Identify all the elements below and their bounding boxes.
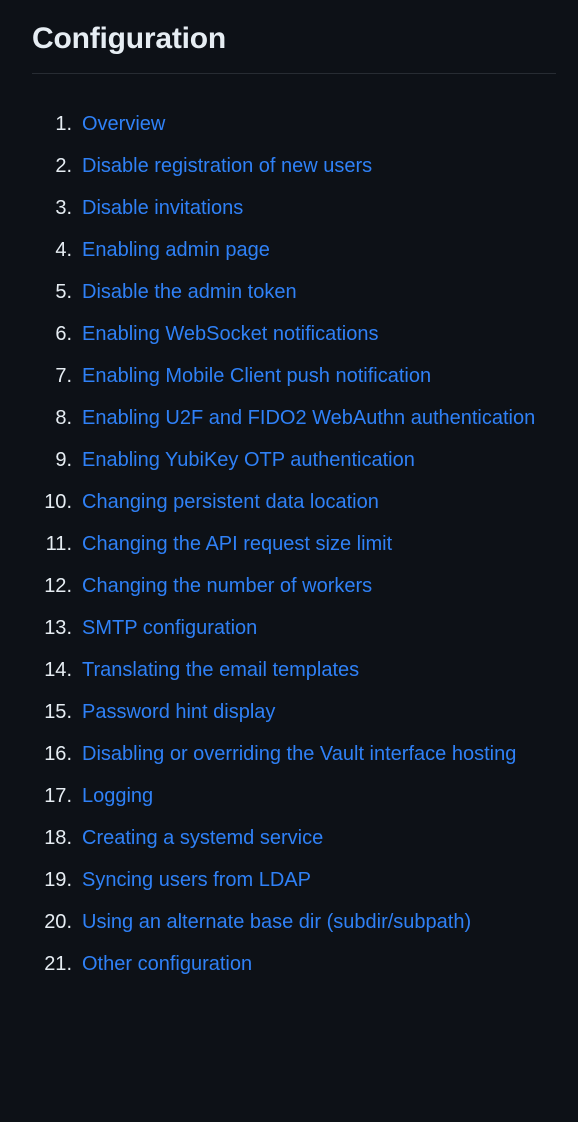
toc-link[interactable]: Changing the number of workers xyxy=(82,575,372,597)
list-item: Disabling or overriding the Vault interf… xyxy=(0,736,556,772)
list-item: Disable the admin token xyxy=(0,274,556,310)
toc-link[interactable]: Overview xyxy=(82,113,165,135)
page-title: Configuration xyxy=(32,22,227,55)
toc-link[interactable]: Disable the admin token xyxy=(82,281,297,303)
list-item: Syncing users from LDAP xyxy=(0,862,556,898)
list-item: Enabling admin page xyxy=(0,232,556,268)
toc-link[interactable]: Enabling WebSocket notifications xyxy=(82,323,378,345)
list-item: Disable registration of new users xyxy=(0,148,556,184)
title-divider xyxy=(32,73,556,74)
configuration-page: Configuration Overview Disable registrati… xyxy=(0,0,578,1122)
toc-link[interactable]: Other configuration xyxy=(82,953,252,975)
table-of-contents: Overview Disable registration of new user… xyxy=(0,106,578,988)
toc-link[interactable]: Logging xyxy=(82,785,153,807)
toc-link[interactable]: Creating a systemd service xyxy=(82,827,323,849)
list-item: Changing the number of workers xyxy=(0,568,556,604)
list-item: Enabling WebSocket notifications xyxy=(0,316,556,352)
list-item: Translating the email templates xyxy=(0,652,556,688)
toc-link[interactable]: Enabling U2F and FIDO2 WebAuthn authenti… xyxy=(82,407,535,429)
toc-link[interactable]: SMTP configuration xyxy=(82,617,257,639)
toc-link[interactable]: Using an alternate base dir (subdir/subp… xyxy=(82,911,471,933)
list-item: Enabling U2F and FIDO2 WebAuthn authenti… xyxy=(0,400,556,436)
toc-link[interactable]: Enabling YubiKey OTP authentication xyxy=(82,449,415,471)
toc-link[interactable]: Disable invitations xyxy=(82,197,243,219)
list-item: Enabling Mobile Client push notification xyxy=(0,358,556,394)
list-item: Overview xyxy=(0,106,556,142)
list-item: Enabling YubiKey OTP authentication xyxy=(0,442,556,478)
toc-link[interactable]: Password hint display xyxy=(82,701,275,723)
toc-link[interactable]: Disabling or overriding the Vault interf… xyxy=(82,743,516,765)
toc-link[interactable]: Changing the API request size limit xyxy=(82,533,392,555)
toc-link[interactable]: Translating the email templates xyxy=(82,659,359,681)
list-item: Creating a systemd service xyxy=(0,820,556,856)
list-item: Logging xyxy=(0,778,556,814)
toc-link[interactable]: Changing persistent data location xyxy=(82,491,379,513)
toc-link[interactable]: Disable registration of new users xyxy=(82,155,372,177)
list-item: Other configuration xyxy=(0,946,556,982)
list-item: Password hint display xyxy=(0,694,556,730)
list-item: Disable invitations xyxy=(0,190,556,226)
toc-link[interactable]: Syncing users from LDAP xyxy=(82,869,311,891)
list-item: Using an alternate base dir (subdir/subp… xyxy=(0,904,556,940)
list-item: SMTP configuration xyxy=(0,610,556,646)
toc-link[interactable]: Enabling admin page xyxy=(82,239,270,261)
toc-link[interactable]: Enabling Mobile Client push notification xyxy=(82,365,431,387)
list-item: Changing the API request size limit xyxy=(0,526,556,562)
list-item: Changing persistent data location xyxy=(0,484,556,520)
